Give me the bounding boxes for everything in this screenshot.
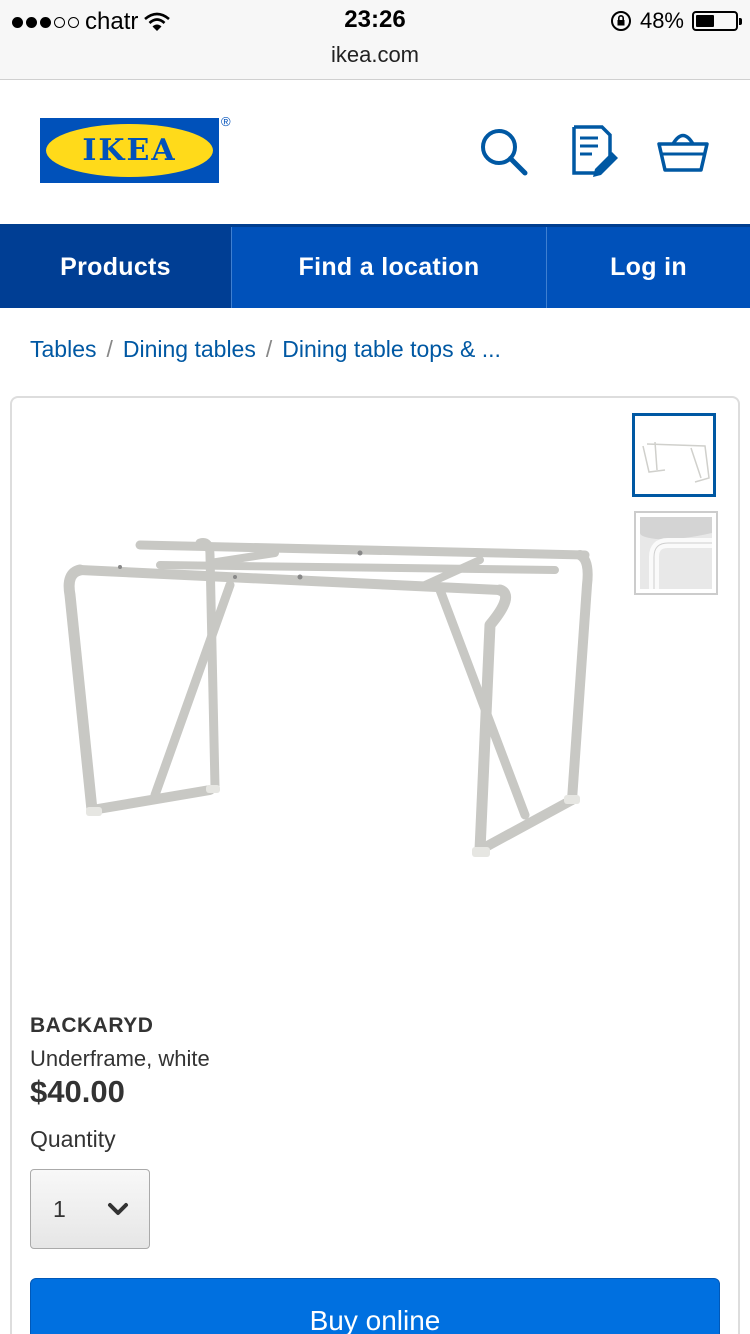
quantity-value: 1 — [53, 1195, 66, 1222]
battery-percent: 48% — [639, 8, 684, 33]
quantity-label: Quantity — [30, 1126, 116, 1152]
rotation-lock-icon — [610, 11, 631, 31]
product-description: Underframe, white — [30, 1046, 210, 1071]
nav-products[interactable]: Products — [0, 227, 232, 308]
thumbnail-image — [640, 517, 712, 589]
logo-text: IKEA — [82, 133, 177, 168]
chevron-down-icon — [108, 1203, 128, 1215]
breadcrumb-dining-tables[interactable]: Dining tables — [123, 336, 256, 363]
url-bar[interactable]: ikea.com — [0, 42, 750, 68]
site-header: IKEA ® — [0, 80, 750, 224]
nav-log-in[interactable]: Log in — [547, 227, 750, 308]
quantity-select[interactable]: 1 — [30, 1169, 150, 1249]
shopping-list-icon[interactable] — [568, 124, 624, 180]
breadcrumb-table-tops[interactable]: Dining table tops & ... — [282, 336, 501, 363]
status-right: 48% — [610, 8, 742, 34]
product-name: BACKARYD — [30, 1014, 154, 1037]
ikea-logo[interactable]: IKEA — [40, 118, 219, 183]
search-icon[interactable] — [476, 124, 532, 180]
battery-icon — [692, 11, 742, 31]
product-price: $40.00 — [30, 1074, 125, 1109]
basket-icon[interactable] — [655, 124, 711, 180]
product-image[interactable] — [60, 525, 600, 875]
nav-find-location[interactable]: Find a location — [232, 227, 547, 308]
breadcrumb-tables[interactable]: Tables — [30, 336, 96, 363]
registered-mark: ® — [221, 114, 231, 129]
thumbnail-2[interactable] — [634, 511, 718, 595]
breadcrumb-separator: / — [265, 336, 273, 362]
main-nav: Products Find a location Log in — [0, 224, 750, 308]
status-bar: chatr 23:26 ikea.com 48% — [0, 0, 750, 80]
breadcrumb: Tables / Dining tables / Dining table to… — [30, 336, 501, 363]
thumbnail-1[interactable] — [632, 413, 716, 497]
buy-online-button[interactable]: Buy online — [30, 1278, 720, 1334]
thumbnail-image — [642, 441, 710, 483]
breadcrumb-separator: / — [106, 336, 113, 362]
